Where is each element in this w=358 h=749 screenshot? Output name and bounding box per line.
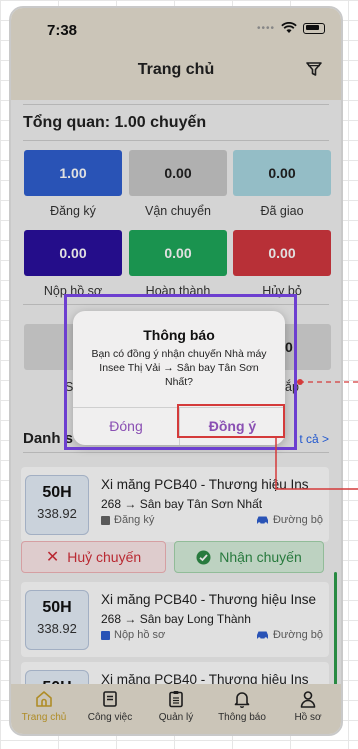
annotation-box-confirm [177, 404, 285, 438]
